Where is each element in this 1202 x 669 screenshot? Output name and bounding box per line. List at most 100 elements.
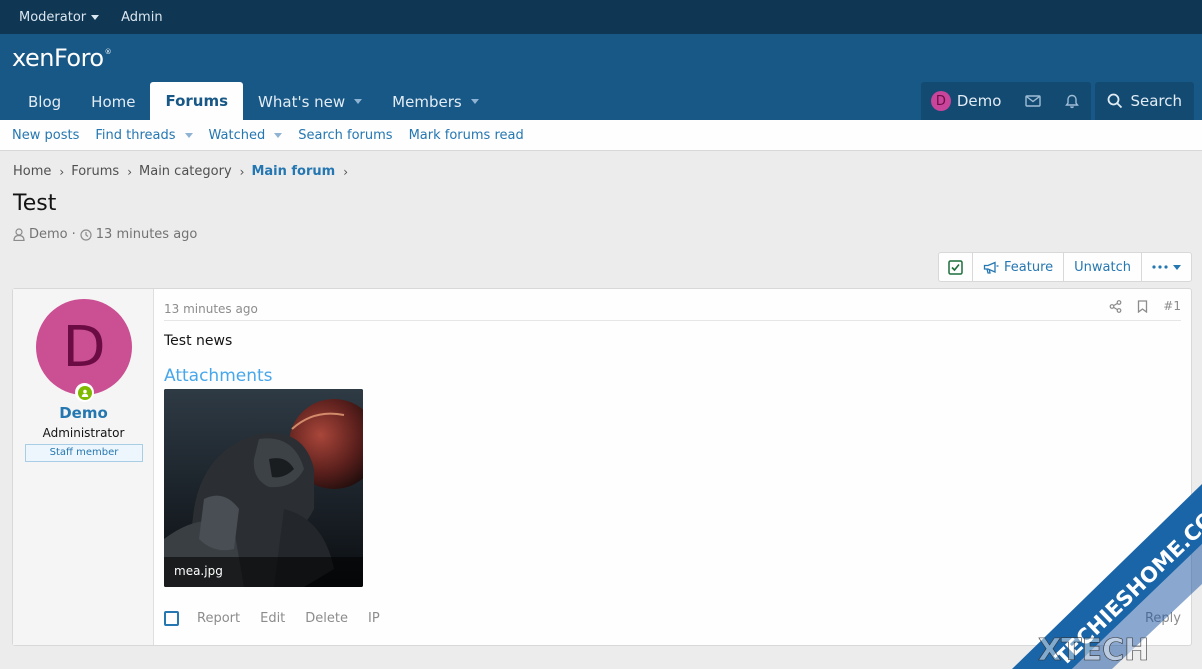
subnav-label: Find threads xyxy=(95,127,176,143)
subnav-search-forums[interactable]: Search forums xyxy=(290,128,400,143)
ellipsis-icon xyxy=(1152,265,1168,269)
tab-label: Members xyxy=(392,92,462,111)
subnav-label: Search forums xyxy=(298,127,393,143)
post-footer: Report Edit Delete IP Reply xyxy=(164,611,1181,626)
ip-link[interactable]: IP xyxy=(368,611,380,626)
search-icon xyxy=(1108,93,1123,109)
megaphone-icon xyxy=(983,261,999,274)
breadcrumb-main-forum[interactable]: Main forum xyxy=(251,164,335,179)
reply-link[interactable]: Reply xyxy=(1145,611,1181,626)
search-label: Search xyxy=(1130,92,1182,110)
edit-link[interactable]: Edit xyxy=(260,611,285,626)
chevron-down-icon[interactable] xyxy=(184,132,193,138)
unwatch-button[interactable]: Unwatch xyxy=(1063,253,1141,281)
feature-label: Feature xyxy=(1004,259,1054,275)
attachments-heading: Attachments xyxy=(164,366,273,386)
post-username[interactable]: Demo xyxy=(13,404,154,422)
post-tools: #1 xyxy=(1109,299,1181,313)
moderator-label: Moderator xyxy=(19,9,87,25)
chevron-down-icon[interactable] xyxy=(470,99,479,104)
account-name: Demo xyxy=(956,92,1002,110)
share-icon[interactable] xyxy=(1109,299,1122,313)
more-options-button[interactable] xyxy=(1141,253,1191,281)
chevron-down-icon[interactable] xyxy=(274,132,283,138)
chevron-down-icon xyxy=(91,14,100,20)
thread-meta: Demo · 13 minutes ago xyxy=(13,227,197,242)
post-main-cell: 13 minutes ago #1 Test news Attachments xyxy=(154,289,1191,645)
tab-blog[interactable]: Blog xyxy=(13,83,76,120)
clock-icon xyxy=(80,228,92,241)
unwatch-label: Unwatch xyxy=(1074,259,1131,275)
thread-actions: Feature Unwatch xyxy=(938,252,1192,282)
sub-nav: New posts Find threads Watched Search fo… xyxy=(0,120,1202,151)
bell-icon xyxy=(1065,94,1079,108)
account-group: D Demo xyxy=(920,82,1092,120)
main-nav: Blog Home Forums What's new Members D De… xyxy=(0,82,1202,120)
search-button[interactable]: Search xyxy=(1095,82,1194,120)
site-header: xenForo ® xyxy=(0,34,1202,82)
tab-label: Home xyxy=(91,92,136,111)
subnav-new-posts[interactable]: New posts xyxy=(4,128,87,143)
chevron-right-icon: › xyxy=(127,164,133,179)
post-number[interactable]: #1 xyxy=(1163,299,1181,313)
nav-user-area: D Demo Search xyxy=(917,82,1194,120)
user-title: Administrator xyxy=(42,426,125,440)
admin-link[interactable]: Admin xyxy=(110,10,173,25)
tab-label: Forums xyxy=(165,92,229,110)
breadcrumb-forums[interactable]: Forums xyxy=(71,164,119,179)
chevron-right-icon: › xyxy=(239,164,245,179)
report-link[interactable]: Report xyxy=(197,611,240,626)
page-body: Home › Forums › Main category › Main for… xyxy=(0,151,1202,669)
delete-link[interactable]: Delete xyxy=(305,611,348,626)
logo-mark: ® xyxy=(104,48,112,56)
tab-label: Blog xyxy=(28,92,62,111)
page-title: Test xyxy=(13,191,57,216)
user-icon xyxy=(13,228,25,241)
tab-home[interactable]: Home xyxy=(76,83,150,120)
chevron-down-icon xyxy=(1173,264,1181,270)
thread-author[interactable]: Demo xyxy=(29,227,68,242)
chevron-right-icon: › xyxy=(59,164,65,179)
post-body: Test news xyxy=(164,333,233,349)
user-online-icon xyxy=(77,385,92,400)
chevron-right-icon: › xyxy=(343,164,349,179)
subnav-mark-read[interactable]: Mark forums read xyxy=(401,128,532,143)
inbox-button[interactable] xyxy=(1013,82,1052,120)
admin-label: Admin xyxy=(121,9,163,25)
attachment-thumbnail[interactable]: mea.jpg xyxy=(164,389,363,587)
post-date[interactable]: 13 minutes ago xyxy=(164,302,258,316)
tab-label: What's new xyxy=(258,92,346,111)
bookmark-icon[interactable] xyxy=(1137,299,1148,313)
subnav-label: Mark forums read xyxy=(408,127,524,143)
post-divider xyxy=(164,320,1181,321)
alerts-button[interactable] xyxy=(1052,82,1091,120)
select-thread-button[interactable] xyxy=(939,253,972,281)
search-group: Search xyxy=(1095,82,1194,120)
tab-members[interactable]: Members xyxy=(377,83,494,120)
subnav-label: New posts xyxy=(12,127,80,143)
subnav-find-threads[interactable]: Find threads xyxy=(87,128,200,143)
tab-forums[interactable]: Forums xyxy=(150,82,244,120)
moderator-menu[interactable]: Moderator xyxy=(8,10,110,25)
chevron-down-icon[interactable] xyxy=(354,99,363,104)
staff-bar: Moderator Admin xyxy=(0,0,1202,34)
account-menu[interactable]: D Demo xyxy=(921,82,1014,120)
online-indicator xyxy=(75,383,94,402)
avatar[interactable]: D xyxy=(36,299,132,395)
select-post-checkbox[interactable] xyxy=(164,611,179,626)
post-message: D Demo Administrator Staff member 13 min… xyxy=(12,288,1192,646)
logo-text: xenForo xyxy=(12,44,104,72)
breadcrumb-home[interactable]: Home xyxy=(13,164,51,179)
separator-dot: · xyxy=(71,227,76,242)
attachment-filename[interactable]: mea.jpg xyxy=(164,557,363,587)
check-square-icon xyxy=(948,259,963,275)
subnav-label: Watched xyxy=(208,127,266,143)
post-user-cell: D Demo Administrator Staff member xyxy=(13,289,154,645)
site-logo[interactable]: xenForo ® xyxy=(12,44,112,72)
subnav-watched[interactable]: Watched xyxy=(201,128,291,143)
thread-time[interactable]: 13 minutes ago xyxy=(96,227,198,242)
feature-button[interactable]: Feature xyxy=(972,253,1063,281)
breadcrumb-main-category[interactable]: Main category xyxy=(139,164,232,179)
tab-whats-new[interactable]: What's new xyxy=(243,83,377,120)
staff-banner: Staff member xyxy=(25,444,143,462)
